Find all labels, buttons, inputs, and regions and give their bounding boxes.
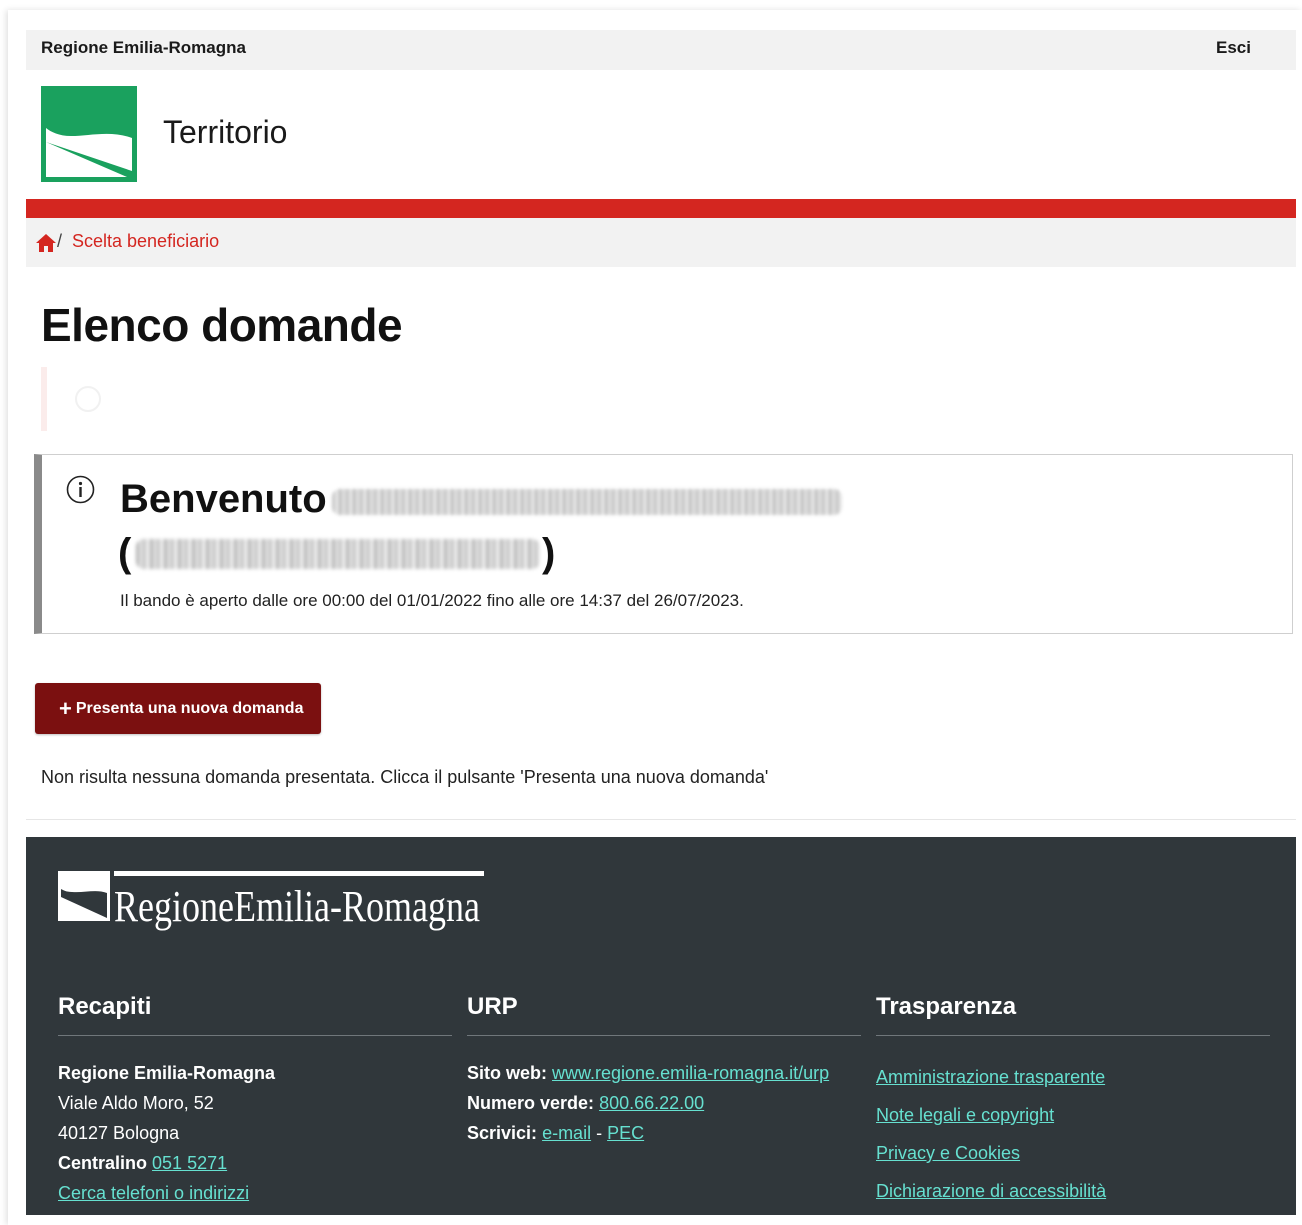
top-bar: Regione Emilia-Romagna Esci: [26, 30, 1296, 70]
faded-environment-alert: [41, 367, 447, 431]
breadcrumb-link-beneficiario[interactable]: Scelta beneficiario: [72, 231, 219, 252]
region-footer-logo[interactable]: RegioneEmilia-Romagna: [58, 871, 484, 933]
breadcrumb-separator: /: [57, 231, 63, 251]
plus-icon: +: [59, 695, 72, 721]
footer-logo-text: RegioneEmilia-Romagna: [114, 882, 480, 931]
info-icon: [66, 475, 95, 504]
bando-period-text: Il bando è aperto dalle ore 00:00 del 01…: [120, 591, 744, 610]
region-logo-icon[interactable]: [41, 86, 137, 182]
urp-site-link[interactable]: www.regione.emilia-romagna.it/urp: [552, 1063, 829, 1083]
redacted-user-name: [332, 489, 842, 515]
new-application-label: Presenta una nuova domanda: [75, 699, 304, 717]
urp-title: URP: [467, 993, 861, 1036]
centralino-label: Centralino: [58, 1153, 148, 1173]
footer-trasparenza: Trasparenza Amministrazione trasparente …: [876, 993, 1270, 1210]
faded-info-icon: [75, 386, 101, 412]
recapiti-org: Regione Emilia-Romagna: [58, 1063, 276, 1083]
header-red-bar: [26, 199, 1296, 218]
recapiti-address: Viale Aldo Moro, 52: [58, 1093, 214, 1113]
welcome-heading: Benvenuto: [120, 477, 327, 521]
email-link[interactable]: e-mail: [542, 1123, 591, 1143]
footer-urp: URP Sito web: www.regione.emilia-romagna…: [467, 993, 861, 1148]
page-title: Elenco domande: [41, 299, 403, 351]
numero-verde-label: Numero verde:: [467, 1093, 595, 1113]
accessibilita-link[interactable]: Dichiarazione di accessibilità: [876, 1172, 1270, 1210]
pec-link[interactable]: PEC: [607, 1123, 644, 1143]
site-web-label: Sito web:: [467, 1063, 547, 1083]
numero-verde-link[interactable]: 800.66.22.00: [599, 1093, 704, 1113]
site-title[interactable]: Territorio: [163, 114, 287, 151]
note-legali-link[interactable]: Note legali e copyright: [876, 1096, 1270, 1134]
welcome-info-box: Benvenuto ( ) Il bando è aperto dalle or…: [34, 454, 1293, 634]
scrivici-label: Scrivici:: [467, 1123, 538, 1143]
home-icon[interactable]: [35, 233, 57, 253]
new-application-button[interactable]: + Presenta una nuova domanda: [35, 683, 321, 734]
logout-link[interactable]: Esci: [1216, 38, 1251, 58]
redacted-user-code: [136, 539, 540, 569]
breadcrumb: / Scelta beneficiario: [26, 218, 1296, 267]
privacy-cookies-link[interactable]: Privacy e Cookies: [876, 1134, 1270, 1172]
region-name[interactable]: Regione Emilia-Romagna: [41, 38, 246, 58]
recapiti-city: 40127 Bologna: [58, 1123, 180, 1143]
recapiti-title: Recapiti: [58, 993, 452, 1036]
site-footer: RegioneEmilia-Romagna Recapiti Regione E…: [26, 837, 1296, 1215]
amministrazione-trasparente-link[interactable]: Amministrazione trasparente: [876, 1058, 1270, 1096]
paren-open: (: [118, 531, 132, 575]
empty-list-message: Non risulta nessuna domanda presentata. …: [41, 767, 769, 787]
centralino-link[interactable]: 051 5271: [152, 1153, 227, 1173]
search-contacts-link[interactable]: Cerca telefoni o indirizzi: [58, 1183, 249, 1203]
content-divider: [26, 819, 1296, 820]
footer-recapiti: Recapiti Regione Emilia-Romagna Viale Al…: [58, 993, 452, 1208]
site-header: Territorio: [26, 70, 1296, 198]
paren-close: ): [542, 531, 556, 575]
trasparenza-title: Trasparenza: [876, 993, 1270, 1036]
link-dash: -: [596, 1123, 603, 1143]
